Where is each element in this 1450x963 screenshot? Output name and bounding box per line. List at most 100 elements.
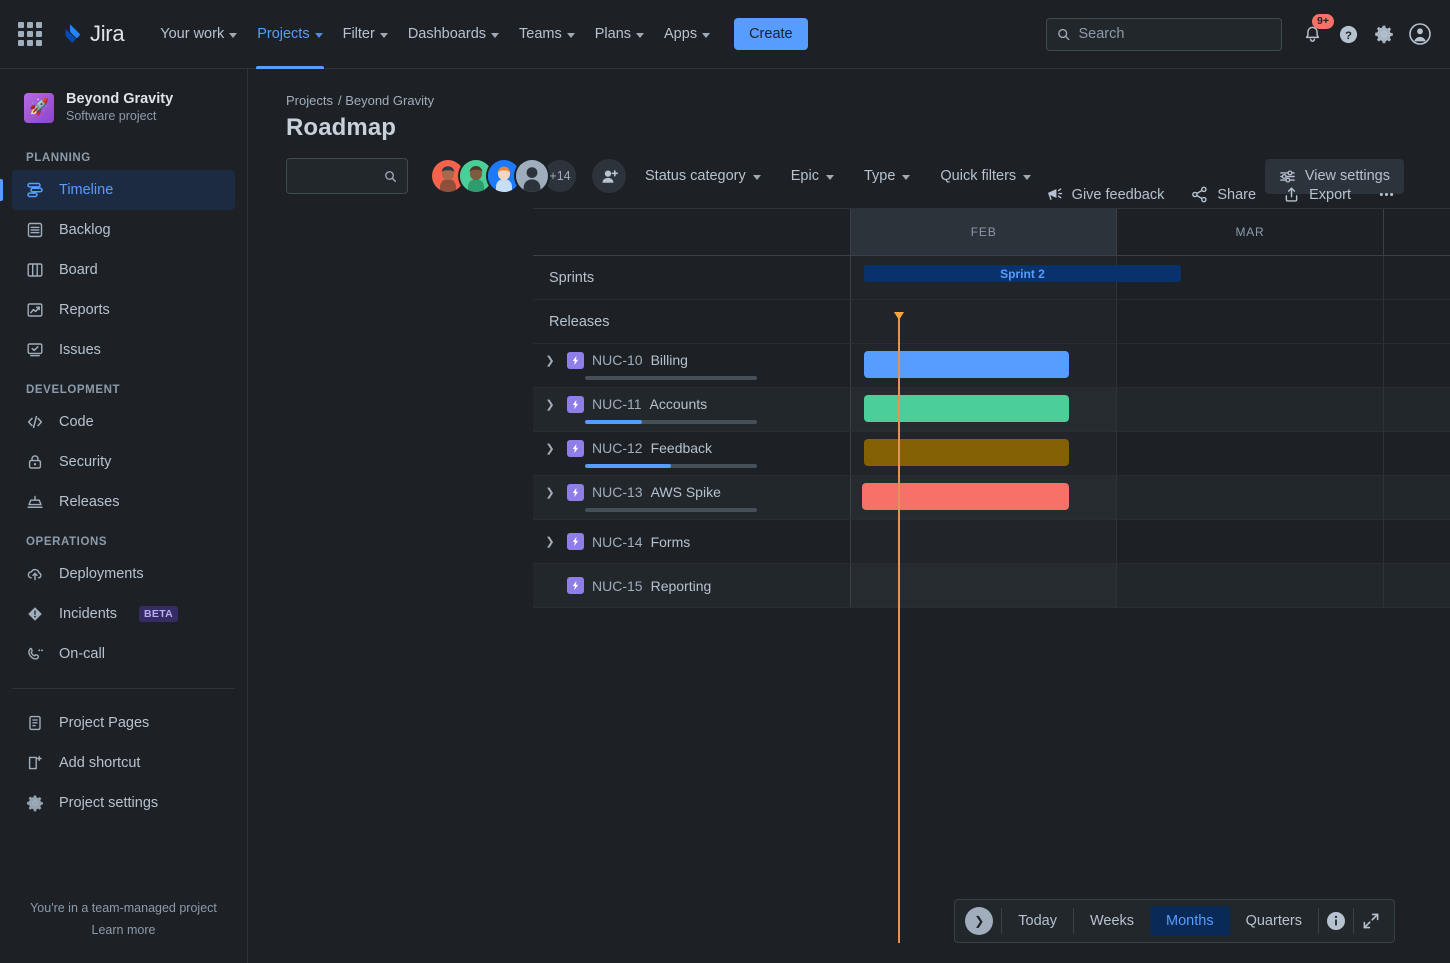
sidebar-item-issues[interactable]: Issues (12, 330, 235, 370)
timeline-row[interactable]: ❯ NUC-12 Feedback (533, 432, 1450, 476)
sidebar-item-deployments[interactable]: Deployments (12, 554, 235, 594)
export-button[interactable]: Export (1274, 179, 1359, 210)
epic-name[interactable]: AWS Spike (651, 484, 721, 500)
nav-label: Filter (343, 26, 375, 42)
zoom-option-months[interactable]: Months (1150, 906, 1230, 936)
sprint-bar[interactable]: Sprint 2 (864, 265, 1182, 282)
epic-name[interactable]: Reporting (651, 578, 712, 594)
chevron-right-icon[interactable]: ❯ (541, 398, 559, 411)
sidebar-item-code[interactable]: Code (12, 402, 235, 442)
expand-fullscreen-icon[interactable] (1354, 911, 1388, 931)
sidebar-item-reports[interactable]: Reports (12, 290, 235, 330)
settings-button[interactable] (1368, 18, 1400, 50)
timeline-row[interactable]: ❯ NUC-13 AWS Spike (533, 476, 1450, 520)
nav-item-your-work[interactable]: Your work (150, 0, 247, 69)
timeline-row[interactable]: ❯ NUC-14 Forms (533, 520, 1450, 564)
nav-item-projects[interactable]: Projects (247, 0, 332, 69)
help-button[interactable]: ? (1332, 18, 1364, 50)
sidebar-item-project-pages[interactable]: Project Pages (12, 703, 235, 743)
sidebar-item-project-settings[interactable]: Project settings (12, 783, 235, 823)
epic-key[interactable]: NUC-12 (592, 440, 643, 456)
add-person-button[interactable] (592, 159, 626, 193)
zoom-option-weeks[interactable]: Weeks (1074, 906, 1150, 936)
timeline-bar[interactable] (864, 395, 1069, 422)
epic-key[interactable]: NUC-15 (592, 578, 643, 594)
breadcrumb-projects[interactable]: Projects (286, 93, 333, 108)
epic-icon (567, 484, 584, 501)
timeline-search-box[interactable] (286, 158, 408, 194)
epic-label-cell: ❯ NUC-11 Accounts (533, 388, 851, 431)
timeline-search-input[interactable] (297, 168, 384, 184)
chevron-right-circle-icon[interactable]: ❯ (965, 907, 993, 935)
timeline-row[interactable]: ❯ NUC-11 Accounts (533, 388, 1450, 432)
filter-quick-filters[interactable]: Quick filters (929, 161, 1042, 191)
timeline-row[interactable]: ❯ NUC-10 Billing (533, 344, 1450, 388)
global-search-input[interactable] (1079, 26, 1272, 42)
sidebar-item-label: On-call (59, 646, 105, 662)
search-icon (1057, 27, 1071, 42)
epic-key[interactable]: NUC-11 (592, 396, 642, 412)
chevron-down-icon (636, 33, 644, 38)
sidebar-item-releases[interactable]: Releases (12, 482, 235, 522)
create-button[interactable]: Create (734, 18, 808, 50)
chevron-right-icon[interactable]: ❯ (541, 535, 559, 548)
user-avatar-button[interactable] (1404, 18, 1436, 50)
nav-item-plans[interactable]: Plans (585, 0, 654, 69)
epic-name[interactable]: Forms (651, 534, 691, 550)
zoom-option-today[interactable]: Today (1002, 906, 1073, 936)
give-feedback-button[interactable]: Give feedback (1037, 179, 1173, 210)
settings-gear-icon (1374, 24, 1394, 44)
avatar[interactable] (514, 158, 550, 194)
page-title: Roadmap (286, 114, 1428, 142)
sidebar-item-label: Backlog (59, 222, 111, 238)
lock-icon (24, 451, 46, 473)
epic-key[interactable]: NUC-13 (592, 484, 643, 500)
nav-item-apps[interactable]: Apps (654, 0, 720, 69)
nav-item-filter[interactable]: Filter (333, 0, 398, 69)
filter-status-category[interactable]: Status category (634, 161, 772, 191)
sidebar-item-backlog[interactable]: Backlog (12, 210, 235, 250)
filter-type[interactable]: Type (853, 161, 921, 191)
more-actions-button[interactable] (1369, 179, 1404, 210)
board-icon (24, 259, 46, 281)
epic-name[interactable]: Feedback (651, 440, 712, 456)
timeline-month-header: FEB MAR APR (533, 209, 1450, 256)
sidebar-item-incidents[interactable]: Incidents BETA (12, 594, 235, 634)
learn-more-link[interactable]: Learn more (92, 923, 156, 937)
notifications-button[interactable]: 9+ (1296, 18, 1328, 50)
sidebar-item-label: Issues (59, 342, 101, 358)
nav-item-dashboards[interactable]: Dashboards (398, 0, 509, 69)
chevron-right-icon[interactable]: ❯ (541, 486, 559, 499)
breadcrumb-project[interactable]: / Beyond Gravity (338, 93, 434, 108)
epic-icon (567, 533, 584, 550)
sidebar-item-on-call[interactable]: On-call (12, 634, 235, 674)
timeline-bar[interactable] (864, 439, 1069, 466)
app-switcher-icon[interactable] (18, 22, 42, 46)
sidebar-item-security[interactable]: Security (12, 442, 235, 482)
timeline-bar[interactable] (862, 483, 1069, 510)
share-button[interactable]: Share (1182, 179, 1264, 210)
sidebar-item-label: Deployments (59, 566, 144, 582)
nav-label: Apps (664, 26, 697, 42)
zoom-option-quarters[interactable]: Quarters (1230, 906, 1318, 936)
timeline-row[interactable]: NUC-15 Reporting (533, 564, 1450, 608)
epic-key[interactable]: NUC-14 (592, 534, 643, 550)
filter-label: Type (864, 168, 895, 184)
chevron-right-icon[interactable]: ❯ (541, 354, 559, 367)
epic-name[interactable]: Billing (651, 352, 688, 368)
nav-item-teams[interactable]: Teams (509, 0, 585, 69)
project-header[interactable]: 🚀 Beyond Gravity Software project (0, 85, 247, 138)
issues-icon (24, 339, 46, 361)
epic-track (851, 476, 1450, 519)
timeline-bar[interactable] (864, 351, 1069, 378)
sidebar-item-timeline[interactable]: Timeline (12, 170, 235, 210)
jira-logo[interactable]: Jira (58, 21, 124, 47)
global-search-box[interactable] (1046, 18, 1282, 51)
epic-name[interactable]: Accounts (650, 396, 708, 412)
info-icon[interactable] (1319, 910, 1353, 932)
filter-epic[interactable]: Epic (780, 161, 845, 191)
sidebar-item-board[interactable]: Board (12, 250, 235, 290)
sidebar-item-add-shortcut[interactable]: Add shortcut (12, 743, 235, 783)
chevron-right-icon[interactable]: ❯ (541, 442, 559, 455)
epic-key[interactable]: NUC-10 (592, 352, 643, 368)
